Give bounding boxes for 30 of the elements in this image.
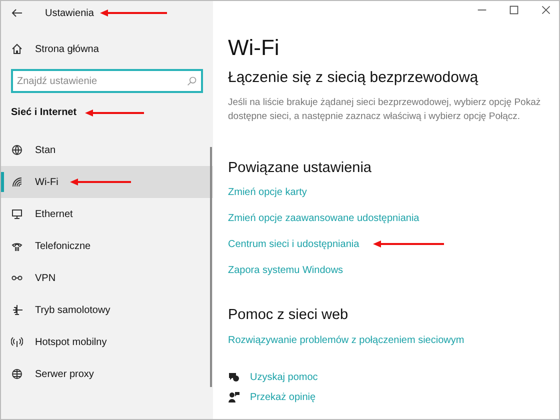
person-icon <box>228 391 240 403</box>
page-title: Wi-Fi <box>228 35 280 61</box>
globe-icon <box>11 144 23 156</box>
close-icon[interactable] <box>541 5 551 15</box>
search-icon <box>187 76 197 86</box>
description-text: Jeśli na liście brakuje żądanej sieci bezprzewodowej, wybierz opcję Pokaż dostępne sieci, a następnie zaznacz właściwą i wybierz opcję Połącz. <box>228 96 542 124</box>
phone-icon <box>11 240 23 252</box>
nav-item[interactable]: VPN <box>1 262 213 294</box>
chat-icon <box>228 371 240 383</box>
section-subtitle: Łączenie się z siecią bezprzewodową <box>228 68 480 88</box>
home-nav-item[interactable]: Strona główna <box>1 33 213 65</box>
section-heading: Pomoc z sieci web <box>228 306 350 326</box>
globe-icon <box>11 368 23 380</box>
section-heading: Powiązane ustawienia <box>228 158 372 178</box>
home-icon <box>11 43 23 55</box>
nav-item[interactable]: Telefoniczne <box>1 230 213 262</box>
back-icon[interactable] <box>11 7 23 19</box>
nav-item[interactable]: Ethernet <box>1 198 213 230</box>
search-field[interactable]: Znajdź ustawienie <box>11 69 203 93</box>
maximize-icon[interactable] <box>509 5 519 15</box>
nav-item[interactable]: Wi-Fi <box>1 166 213 198</box>
hotspot-icon <box>11 336 23 348</box>
nav-item[interactable]: Stan <box>1 134 213 166</box>
nav-item[interactable]: Serwer proxy <box>1 358 213 390</box>
nav-item[interactable]: Hotspot mobilny <box>1 326 213 358</box>
monitor-icon <box>11 208 23 220</box>
section-heading: Sieć i Internet <box>11 106 77 120</box>
nav-item[interactable]: Tryb samolotowy <box>1 294 213 326</box>
window-title: Ustawienia <box>45 6 94 20</box>
wifi-icon <box>11 176 23 188</box>
